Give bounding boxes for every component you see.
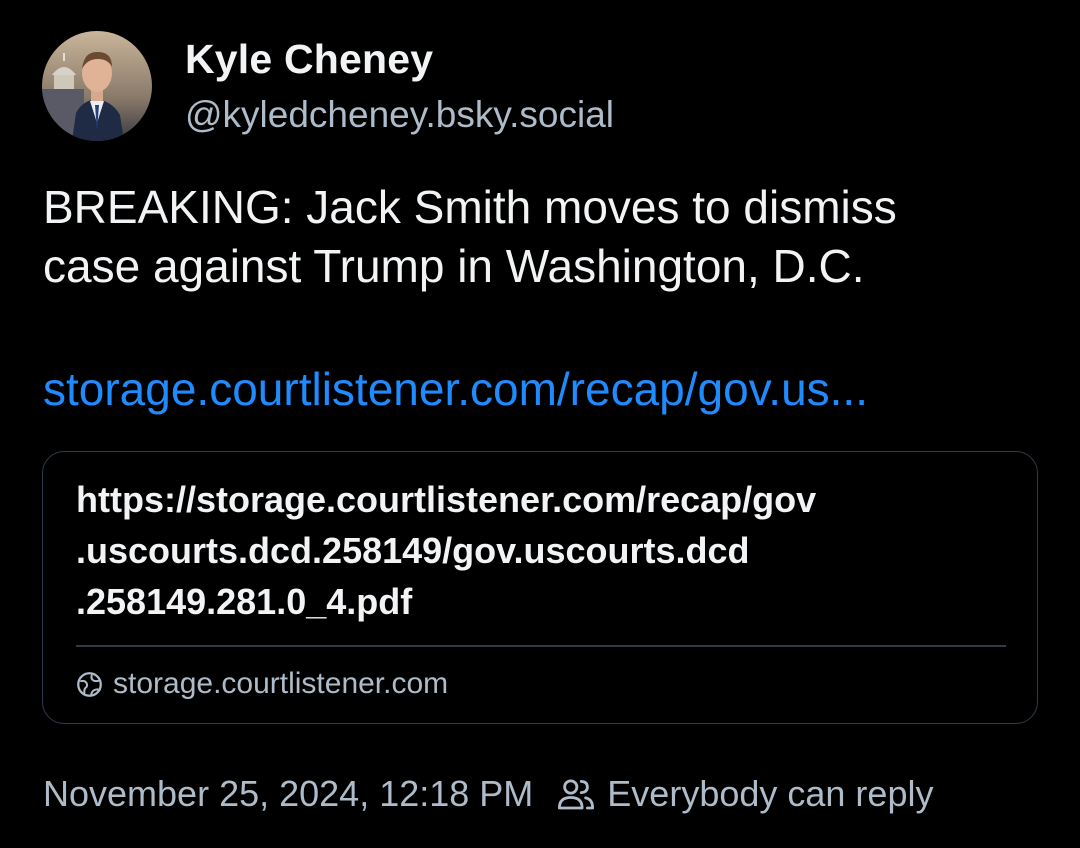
avatar-photo [42,31,152,141]
post-timestamp[interactable]: November 25, 2024, 12:18 PM [43,773,533,815]
globe-icon [77,671,102,697]
post-text-line: case against Trump in Washington, D.C. [43,240,865,292]
link-card-domain: storage.courtlistener.com [113,667,449,700]
post-text: BREAKING: Jack Smith moves to dismiss ca… [43,178,1043,296]
reply-setting: Everybody can reply [607,773,934,814]
post-meta: November 25, 2024, 12:18 PM Everybody ca… [43,770,933,818]
link-card-domain-row: storage.courtlistener.com [76,664,448,704]
link-preview-card[interactable]: https://storage.courtlistener.com/recap/… [42,451,1038,724]
post-text-line: BREAKING: Jack Smith moves to dismiss [43,181,897,233]
author-handle[interactable]: @kyledcheney.bsky.social [185,94,614,136]
link-card-title-line: .258149.281.0_4.pdf [76,581,413,622]
post-link[interactable]: storage.courtlistener.com/recap/gov.us..… [43,360,868,419]
link-card-divider [76,645,1006,647]
post-thread-item: Kyle Cheney @kyledcheney.bsky.social BRE… [0,0,1080,848]
link-card-title-line: https://storage.courtlistener.com/recap/… [76,479,817,520]
author-avatar[interactable] [42,31,152,141]
link-card-title: https://storage.courtlistener.com/recap/… [76,474,1006,627]
link-card-title-line: .uscourts.dcd.258149/gov.uscourts.dcd [76,530,750,571]
users-icon [558,779,595,810]
author-display-name[interactable]: Kyle Cheney [185,36,433,83]
